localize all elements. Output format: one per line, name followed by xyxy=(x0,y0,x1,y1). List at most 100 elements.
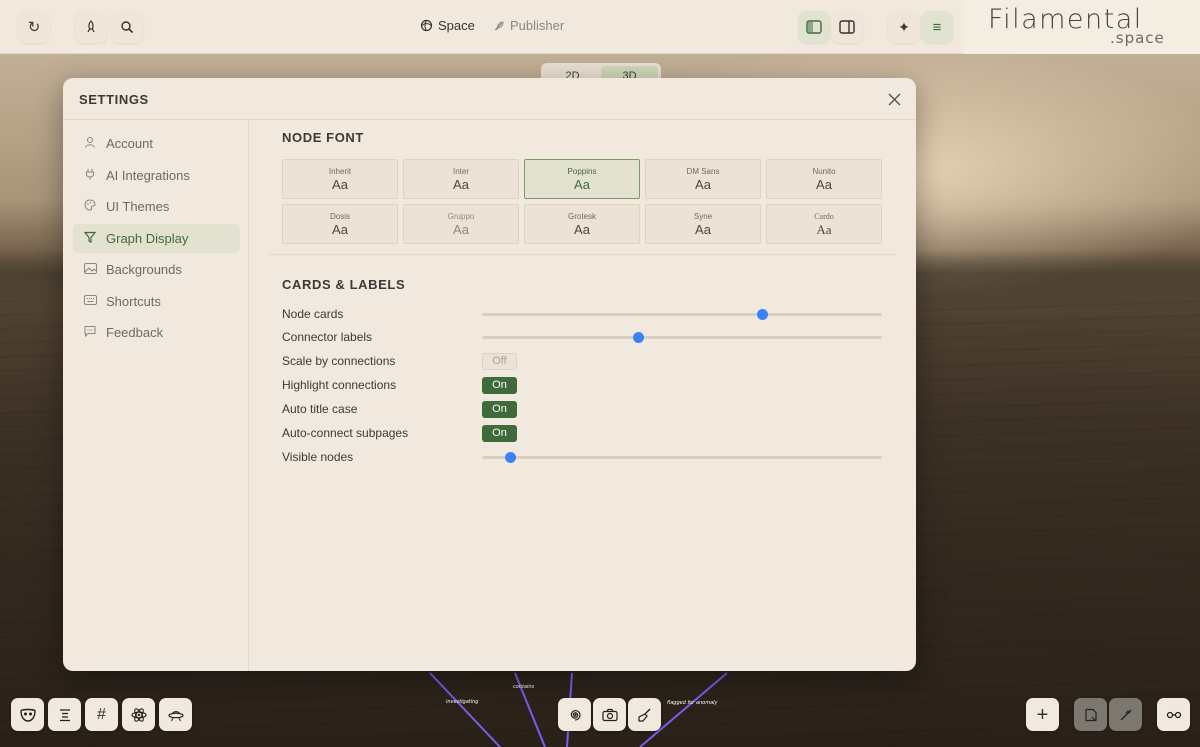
panel-right-button[interactable] xyxy=(831,11,863,43)
graph-icon xyxy=(82,231,98,246)
link-button[interactable] xyxy=(1157,698,1190,731)
sidebar-item-graph-display[interactable]: Graph Display xyxy=(73,223,240,253)
node-cards-slider[interactable] xyxy=(482,308,882,320)
hash-icon: # xyxy=(97,705,106,723)
sparkle-icon: ✦ xyxy=(898,18,910,35)
font-option-nunito[interactable]: Nunito Aa xyxy=(766,159,882,199)
align-button[interactable] xyxy=(48,698,81,731)
font-option-cardo[interactable]: Cardo Aa xyxy=(766,204,882,244)
setting-auto-connect-subpages: Auto-connect subpages On xyxy=(282,423,882,443)
panel-left-button[interactable] xyxy=(798,11,830,43)
modal-header: SETTINGS xyxy=(63,78,916,120)
add-node-button[interactable]: + xyxy=(1026,698,1059,731)
menu-button[interactable]: ≡ xyxy=(921,11,953,43)
sidebar-item-ui-themes[interactable]: UI Themes xyxy=(73,192,240,221)
font-sample: Aa xyxy=(453,221,469,237)
edge-label: investigating xyxy=(446,699,478,705)
setting-label: Connector labels xyxy=(282,330,373,344)
edge-label: contains xyxy=(513,684,535,690)
spiral-icon xyxy=(570,709,581,721)
ai-sparkle-button[interactable]: ✦ xyxy=(888,11,920,43)
ufo-button[interactable] xyxy=(159,698,192,731)
plus-icon: + xyxy=(1036,703,1049,726)
visible-nodes-slider[interactable] xyxy=(482,451,882,463)
message-icon xyxy=(82,325,98,340)
font-option-inherit[interactable]: Inherit Aa xyxy=(282,159,398,199)
font-name: DM Sans xyxy=(686,166,720,176)
auto-connect-subpages-toggle[interactable]: On xyxy=(482,424,517,442)
highlight-connections-toggle[interactable]: On xyxy=(482,376,517,394)
scale-by-connections-toggle[interactable]: Off xyxy=(482,352,517,370)
section-divider xyxy=(269,254,896,255)
spiral-button[interactable] xyxy=(558,698,591,731)
note-icon xyxy=(1084,708,1097,721)
mask-icon xyxy=(19,708,36,722)
font-sample: Aa xyxy=(695,176,711,192)
setting-visible-nodes: Visible nodes xyxy=(282,447,882,467)
font-sample: Aa xyxy=(574,221,590,237)
sidebar-item-account[interactable]: Account xyxy=(73,129,240,158)
font-sample: Aa xyxy=(816,176,832,192)
auto-title-case-toggle[interactable]: On xyxy=(482,400,517,418)
font-option-poppins[interactable]: Poppins Aa xyxy=(524,159,640,199)
palette-icon xyxy=(82,199,98,214)
space-icon xyxy=(420,19,433,32)
slider-thumb[interactable] xyxy=(505,451,516,463)
hash-button[interactable]: # xyxy=(85,698,118,731)
link-icon xyxy=(1166,711,1181,718)
sidebar-item-label: Backgrounds xyxy=(106,262,182,277)
search-button[interactable] xyxy=(111,11,143,43)
sidebar-item-label: Graph Display xyxy=(106,230,189,246)
setting-highlight-connections: Highlight connections On xyxy=(282,375,882,395)
connector-labels-slider[interactable] xyxy=(482,331,882,343)
tab-publisher[interactable]: Publisher xyxy=(493,18,564,33)
sidebar-item-ai-integrations[interactable]: AI Integrations xyxy=(73,161,240,190)
setting-label: Node cards xyxy=(282,307,344,321)
sidebar-item-shortcuts[interactable]: Shortcuts xyxy=(73,287,240,316)
tab-space[interactable]: Space xyxy=(420,18,475,33)
font-name: Poppins xyxy=(567,166,597,176)
setting-label: Auto title case xyxy=(282,402,358,416)
font-sample: Aa xyxy=(574,176,590,192)
line-tool-button[interactable] xyxy=(1109,698,1142,731)
atom-button[interactable] xyxy=(122,698,155,731)
tab-publisher-label: Publisher xyxy=(510,18,565,33)
sidebar-item-backgrounds[interactable]: Backgrounds xyxy=(73,255,240,284)
user-icon xyxy=(82,136,98,151)
keyboard-icon xyxy=(82,294,98,308)
sidebar-item-feedback[interactable]: Feedback xyxy=(73,318,240,347)
close-button[interactable] xyxy=(883,88,905,110)
sidebar-item-label: UI Themes xyxy=(106,199,170,214)
sidebar-item-label: Feedback xyxy=(106,325,164,340)
settings-content: NODE FONT Inherit Aa Inter Aa Poppins Aa… xyxy=(249,120,916,671)
camera-icon xyxy=(601,708,618,721)
font-option-syne[interactable]: Syne Aa xyxy=(645,204,761,244)
sidebar-item-label: AI Integrations xyxy=(106,167,190,183)
rocket-button[interactable] xyxy=(75,11,107,43)
panel-right-icon xyxy=(839,20,855,34)
search-icon xyxy=(121,21,134,34)
font-option-inter[interactable]: Inter Aa xyxy=(403,159,519,199)
broom-button[interactable] xyxy=(628,698,661,731)
atom-icon xyxy=(130,707,147,722)
ufo-icon xyxy=(167,710,184,721)
font-option-grotesk[interactable]: Grotesk Aa xyxy=(524,204,640,244)
font-sample: Aa xyxy=(332,176,348,192)
font-option-gruppo[interactable]: Gruppo Aa xyxy=(403,204,519,244)
font-option-dosis[interactable]: Dosis Aa xyxy=(282,204,398,244)
camera-button[interactable] xyxy=(593,698,626,731)
brand-subtitle: .space xyxy=(1110,29,1165,47)
font-option-dm-sans[interactable]: DM Sans Aa xyxy=(645,159,761,199)
mask-button[interactable] xyxy=(11,698,44,731)
font-name: Inherit xyxy=(328,166,352,176)
refresh-button[interactable]: ↻ xyxy=(18,11,50,43)
font-sample: Aa xyxy=(453,176,469,192)
note-button[interactable] xyxy=(1074,698,1107,731)
setting-node-cards: Node cards xyxy=(282,304,882,324)
slider-thumb[interactable] xyxy=(757,308,768,320)
setting-label: Scale by connections xyxy=(282,354,396,368)
settings-modal: SETTINGS Account AI Integrations UI Them… xyxy=(63,78,916,671)
slider-thumb[interactable] xyxy=(633,331,644,343)
font-name: Nunito xyxy=(812,166,836,176)
settings-sidebar: Account AI Integrations UI Themes Graph … xyxy=(63,120,249,671)
